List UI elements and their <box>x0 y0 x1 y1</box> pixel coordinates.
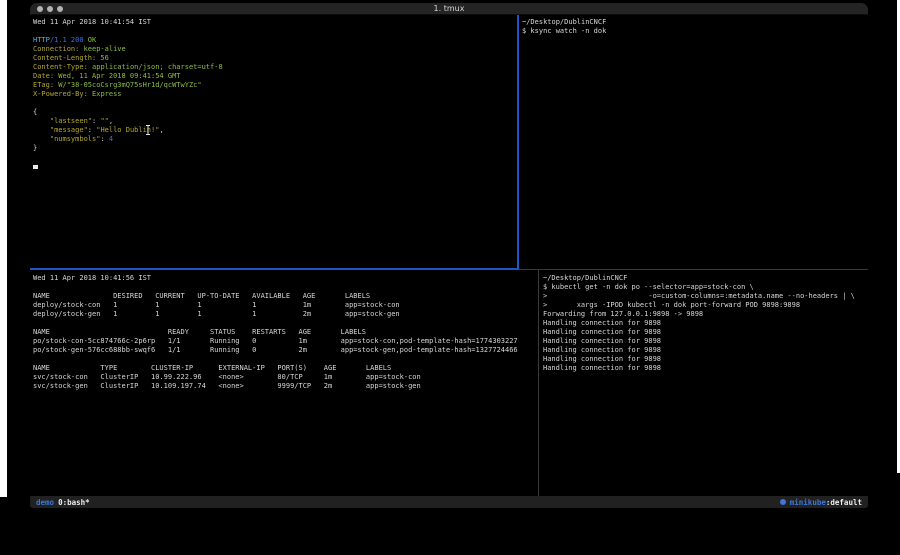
terminal-line: Wed 11 Apr 2018 10:41:54 IST <box>33 18 517 27</box>
pane-divider-vertical-active <box>517 15 519 270</box>
terminal-line: NAME READY STATUS RESTARTS AGE LABELS <box>33 328 537 337</box>
terminal-line: } <box>33 144 517 153</box>
terminal-line: ETag: W/"38-05coCsrg3mQ75sHr1d/qcWTwYZc" <box>33 81 517 90</box>
terminal-line: Content-Length: 56 <box>33 54 517 63</box>
terminal-line: "lastseen": "", <box>33 117 517 126</box>
terminal-line: Handling connection for 9898 <box>543 328 868 337</box>
pane-port-forward[interactable]: ~/Desktop/DublinCNCF$ kubectl get -n dok… <box>540 271 868 496</box>
terminal-line: Connection: keep-alive <box>33 45 517 54</box>
terminal-line: Handling connection for 9898 <box>543 355 868 364</box>
kube-namespace: :default <box>826 498 862 507</box>
tmux-session: Wed 11 Apr 2018 10:41:54 IST HTTP/1.1 20… <box>30 15 868 496</box>
zoom-button[interactable] <box>57 6 63 12</box>
terminal-line <box>33 355 537 364</box>
terminal-line: Handling connection for 9898 <box>543 346 868 355</box>
window-label[interactable]: 0:bash* <box>58 498 90 507</box>
terminal-line: NAME TYPE CLUSTER-IP EXTERNAL-IP PORT(S)… <box>33 364 537 373</box>
terminal-line: NAME DESIRED CURRENT UP-TO-DATE AVAILABL… <box>33 292 537 301</box>
terminal-line: ~/Desktop/DublinCNCF <box>522 18 868 27</box>
terminal-line: deploy/stock-gen 1 1 1 1 2m app=stock-ge… <box>33 310 537 319</box>
terminal-line: Forwarding from 127.0.0.1:9898 -> 9898 <box>543 310 868 319</box>
terminal-line: $ ksync watch -n dok <box>522 27 868 36</box>
tmux-status-bar: demo 0:bash* minikube :default <box>30 496 868 508</box>
screen-edge-left <box>0 0 7 497</box>
session-name[interactable]: demo <box>36 498 54 507</box>
traffic-lights <box>37 6 63 12</box>
pane-divider-horizontal <box>519 269 868 270</box>
terminal-line <box>33 319 537 328</box>
terminal-line: HTTP/1.1 200 OK <box>33 36 517 45</box>
screen: { "window": { "title": "1. tmux" }, "col… <box>0 0 900 555</box>
terminal-line: X-Powered-By: Express <box>33 90 517 99</box>
terminal-line: { <box>33 108 517 117</box>
terminal-line: svc/stock-con ClusterIP 10.99.222.96 <no… <box>33 373 537 382</box>
kube-context: minikube <box>790 498 826 507</box>
pane-http-response[interactable]: Wed 11 Apr 2018 10:41:54 IST HTTP/1.1 20… <box>30 15 517 268</box>
mouse-ibeam-cursor <box>145 125 151 135</box>
window-title: 1. tmux <box>434 3 465 15</box>
pane-kubectl-get[interactable]: Wed 11 Apr 2018 10:41:56 IST NAME DESIRE… <box>30 271 537 496</box>
terminal-line <box>33 99 517 108</box>
kubernetes-icon <box>780 499 786 505</box>
minimize-button[interactable] <box>47 6 53 12</box>
terminal-line: > xargs -IPOD kubectl -n dok port-forwar… <box>543 301 868 310</box>
close-button[interactable] <box>37 6 43 12</box>
terminal-line <box>33 283 537 292</box>
pane-ksync-watch[interactable]: ~/Desktop/DublinCNCF$ ksync watch -n dok <box>519 15 868 268</box>
terminal-line: Wed 11 Apr 2018 10:41:56 IST <box>33 274 537 283</box>
terminal-line: Handling connection for 9898 <box>543 319 868 328</box>
terminal-window: 1. tmux Wed 11 Apr 2018 10:41:54 IST HTT… <box>30 3 868 508</box>
terminal-line: po/stock-gen-576cc688bb-swqf6 1/1 Runnin… <box>33 346 537 355</box>
terminal-line: Content-Type: application/json; charset=… <box>33 63 517 72</box>
terminal-line: > -o=custom-columns=:metadata.name --no-… <box>543 292 868 301</box>
terminal-line: Date: Wed, 11 Apr 2018 09:41:54 GMT <box>33 72 517 81</box>
terminal-line: ~/Desktop/DublinCNCF <box>543 274 868 283</box>
pane-divider-horizontal-active <box>30 268 519 270</box>
terminal-block-cursor <box>33 165 38 169</box>
terminal-line: svc/stock-gen ClusterIP 10.109.197.74 <n… <box>33 382 537 391</box>
terminal-line: deploy/stock-con 1 1 1 1 1m app=stock-co… <box>33 301 537 310</box>
terminal-line: Handling connection for 9898 <box>543 364 868 373</box>
terminal-line: "message": "Hello Dublin!", <box>33 126 517 135</box>
pane-divider-vertical <box>538 270 539 496</box>
terminal-line: $ kubectl get -n dok po --selector=app=s… <box>543 283 868 292</box>
terminal-line: "numsymbols": 4 <box>33 135 517 144</box>
terminal-line: Handling connection for 9898 <box>543 337 868 346</box>
terminal-line: po/stock-con-5cc874766c-2p6rp 1/1 Runnin… <box>33 337 537 346</box>
title-bar[interactable]: 1. tmux <box>30 3 868 15</box>
terminal-line <box>33 27 517 36</box>
